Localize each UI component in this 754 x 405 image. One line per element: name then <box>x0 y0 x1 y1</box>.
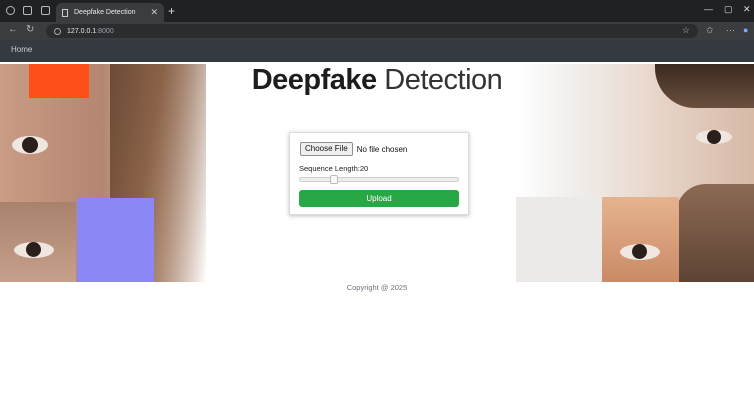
close-window-button[interactable]: ✕ <box>743 4 751 15</box>
browser-tab-bar: Deepfake Detection ✕ + — ▢ ✕ <box>0 0 754 22</box>
star-icon[interactable]: ☆ <box>682 25 690 36</box>
hero-left-strip-iris <box>26 242 41 257</box>
sequence-length-text: Sequence Length: <box>299 164 360 173</box>
favorites-icon[interactable]: ✩ <box>706 25 714 36</box>
page-title: Deepfake Detection <box>0 64 754 97</box>
profile-icon[interactable] <box>6 6 15 15</box>
minimize-button[interactable]: — <box>704 4 713 14</box>
sequence-length-slider[interactable] <box>299 175 459 184</box>
footer-copyright: Copyright @ 2025 <box>346 283 408 292</box>
upload-card: Choose File No file chosen Sequence Leng… <box>289 132 469 215</box>
upload-button[interactable]: Upload <box>299 190 459 207</box>
workspaces-icon[interactable] <box>23 6 32 15</box>
back-icon[interactable]: ← <box>8 24 18 35</box>
url-host: 127.0.0.1 <box>67 27 97 35</box>
slider-thumb[interactable] <box>330 175 338 184</box>
address-bar[interactable]: 127.0.0.1:8000 ☆ <box>46 24 698 38</box>
app-navbar: Home <box>0 40 754 62</box>
hero-right-beard <box>676 184 754 282</box>
hero-right-iris <box>707 130 721 144</box>
copilot-icon[interactable]: ● <box>743 25 748 35</box>
file-input[interactable]: Choose File No file chosen <box>300 142 407 156</box>
purple-accent-block <box>77 198 154 282</box>
site-info-icon[interactable] <box>54 27 61 35</box>
browser-tab[interactable]: Deepfake Detection ✕ <box>56 3 164 22</box>
tab-title: Deepfake Detection <box>74 9 136 16</box>
tab-actions-icon[interactable] <box>41 6 50 15</box>
refresh-icon[interactable]: ↻ <box>26 24 34 35</box>
sequence-length-value: 20 <box>359 164 369 173</box>
hero-left-iris <box>22 137 38 153</box>
choose-file-button[interactable]: Choose File <box>300 142 353 156</box>
url-port: :8000 <box>96 27 114 35</box>
no-file-text: No file chosen <box>356 144 408 154</box>
menu-icon[interactable]: ··· <box>726 25 735 35</box>
page-title-bold: Deepfake <box>251 64 377 96</box>
hero-right-eye-strip <box>602 197 679 282</box>
nav-home-link[interactable]: Home <box>11 45 32 54</box>
hero-right-strip-iris <box>632 244 647 259</box>
sequence-length-label: Sequence Length:20 <box>299 164 368 173</box>
page-title-light: Detection <box>384 64 503 96</box>
hero-right-gray-strip <box>516 197 602 282</box>
new-tab-button[interactable]: + <box>168 4 175 18</box>
page-icon <box>62 8 68 17</box>
maximize-button[interactable]: ▢ <box>724 4 733 15</box>
close-tab-icon[interactable]: ✕ <box>150 7 158 18</box>
browser-address-row: ← ↻ 127.0.0.1:8000 ☆ ✩ ··· ● <box>0 22 754 40</box>
